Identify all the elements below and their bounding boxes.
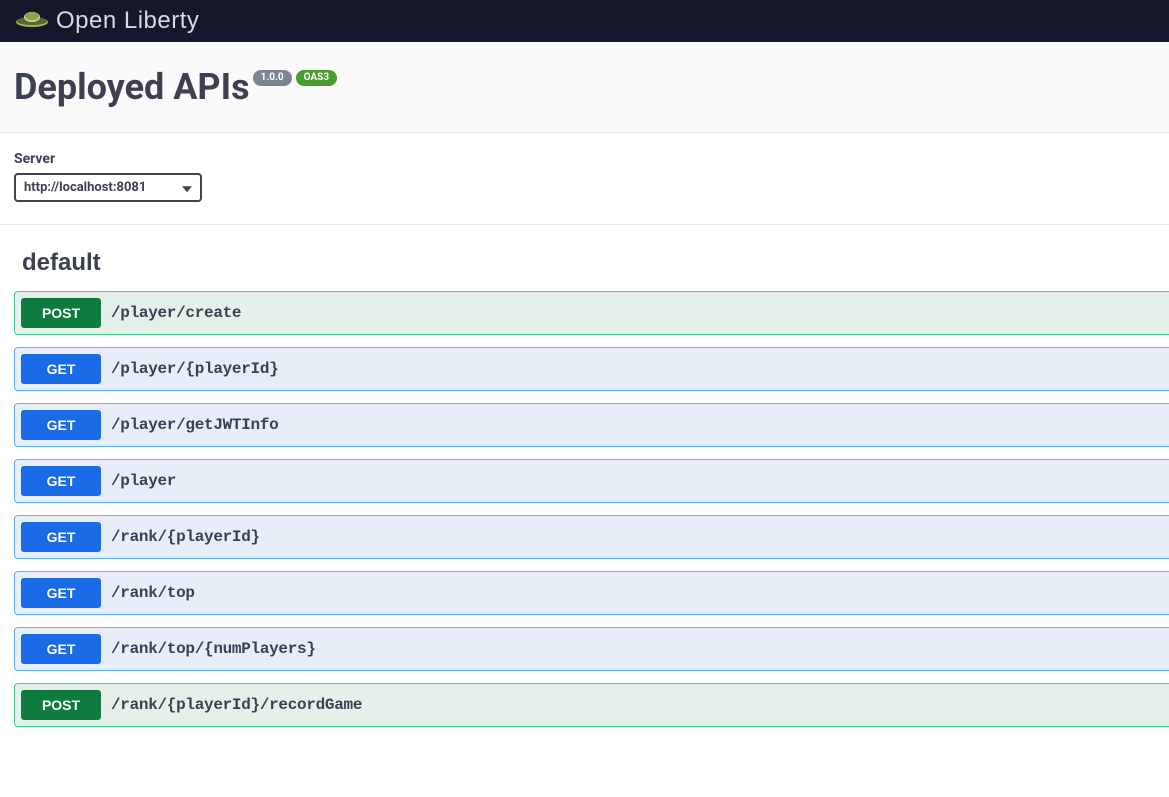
operation-path: /player/{playerId} xyxy=(111,360,278,378)
method-badge-get: GET xyxy=(21,522,101,552)
operation-row[interactable]: GET/rank/top xyxy=(14,571,1169,615)
operation-path: /rank/{playerId}/recordGame xyxy=(111,696,362,714)
server-section: Server http://localhost:8081 xyxy=(0,133,1169,224)
operation-path: /rank/top xyxy=(111,584,195,602)
operation-path: /player/getJWTInfo xyxy=(111,416,278,434)
server-label: Server xyxy=(14,151,1155,167)
ufo-icon xyxy=(14,8,50,34)
method-badge-get: GET xyxy=(21,634,101,664)
method-badge-get: GET xyxy=(21,410,101,440)
brand-logo[interactable]: Open Liberty xyxy=(14,7,199,35)
operations-content: default POST/player/create GET/player/{pl… xyxy=(0,224,1169,759)
operation-path: /player xyxy=(111,472,176,490)
operation-path: /player/create xyxy=(111,304,241,322)
version-badge: 1.0.0 xyxy=(253,70,292,86)
operation-path: /rank/{playerId} xyxy=(111,528,260,546)
operation-row[interactable]: GET/rank/{playerId} xyxy=(14,515,1169,559)
operation-path: /rank/top/{numPlayers} xyxy=(111,640,316,658)
operation-row[interactable]: GET/player xyxy=(14,459,1169,503)
app-header: Open Liberty xyxy=(0,0,1169,42)
method-badge-get: GET xyxy=(21,578,101,608)
brand-text: Open Liberty xyxy=(56,7,199,35)
method-badge-post: POST xyxy=(21,298,101,328)
oas-badge: OAS3 xyxy=(296,70,337,86)
method-badge-post: POST xyxy=(21,690,101,720)
page-title-text: Deployed APIs xyxy=(14,66,250,108)
tag-title[interactable]: default xyxy=(14,225,1169,291)
operation-row[interactable]: POST/rank/{playerId}/recordGame xyxy=(14,683,1169,727)
method-badge-get: GET xyxy=(21,466,101,496)
page-title: Deployed APIs 1.0.0 OAS3 xyxy=(14,66,337,108)
operation-row[interactable]: GET/player/getJWTInfo xyxy=(14,403,1169,447)
operation-row[interactable]: GET/rank/top/{numPlayers} xyxy=(14,627,1169,671)
server-select[interactable]: http://localhost:8081 xyxy=(14,173,202,202)
operation-row[interactable]: GET/player/{playerId} xyxy=(14,347,1169,391)
operation-row[interactable]: POST/player/create xyxy=(14,291,1169,335)
method-badge-get: GET xyxy=(21,354,101,384)
title-section: Deployed APIs 1.0.0 OAS3 xyxy=(0,42,1169,133)
